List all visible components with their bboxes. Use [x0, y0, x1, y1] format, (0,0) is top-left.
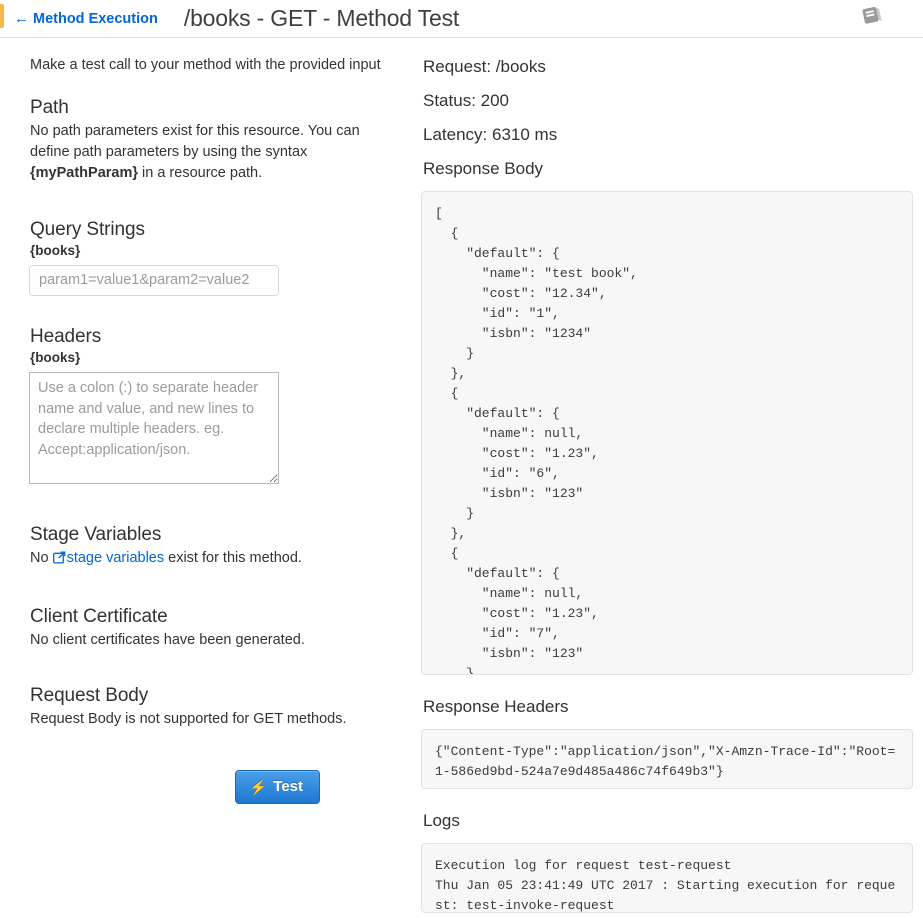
right-panel: Request: /books Status: 200 Latency: 631…: [421, 57, 914, 913]
stage-variables-link[interactable]: stage variables: [52, 549, 165, 566]
response-body-code: [ { "default": { "name": "test book", "c…: [421, 191, 913, 675]
book-icon[interactable]: [859, 2, 885, 28]
path-param-token: {myPathParam}: [30, 164, 138, 181]
path-description: No path parameters exist for this resour…: [30, 121, 370, 184]
request-line: Request: /books: [423, 57, 546, 76]
back-to-method-execution-link[interactable]: ← Method Execution: [14, 11, 158, 27]
query-strings-resource: {books}: [30, 242, 81, 258]
latency-line: Latency: 6310 ms: [423, 125, 558, 144]
query-strings-section: Query Strings {books}: [29, 219, 391, 296]
page-header: ← Method Execution /books - GET - Method…: [0, 0, 923, 38]
stage-variables-text-after: exist for this method.: [164, 549, 302, 566]
headers-textarea[interactable]: [29, 371, 279, 484]
client-certificate-heading: Client Certificate: [30, 605, 168, 627]
headers-heading: Headers: [30, 325, 102, 347]
response-headers-heading: Response Headers: [423, 697, 569, 716]
path-section: Path No path parameters exist for this r…: [29, 97, 391, 184]
query-strings-heading: Query Strings: [30, 218, 145, 240]
query-strings-input[interactable]: [29, 264, 279, 296]
request-body-heading: Request Body: [30, 685, 149, 707]
request-body-text: Request Body is not supported for GET me…: [30, 711, 347, 728]
stage-variables-description: No stage variables exist for this method…: [30, 548, 370, 571]
response-body-heading: Response Body: [423, 159, 544, 178]
stage-variables-link-label: stage variables: [66, 549, 165, 566]
content-area: Make a test call to your method with the…: [0, 38, 923, 913]
client-certificate-text: No client certificates have been generat…: [30, 631, 305, 648]
test-button-label: Test: [273, 778, 303, 796]
status-line: Status: 200: [423, 91, 510, 110]
intro-text: Make a test call to your method with the…: [30, 57, 381, 73]
back-arrow-icon: ←: [14, 10, 29, 27]
path-text-before: No path parameters exist for this resour…: [30, 123, 360, 160]
test-button[interactable]: ⚡ Test: [234, 770, 320, 805]
request-body-section: Request Body Request Body is not support…: [29, 685, 391, 730]
headers-resource: {books}: [30, 349, 81, 365]
response-headers-code: {"Content-Type":"application/json","X-Am…: [421, 729, 913, 789]
logs-heading: Logs: [423, 811, 460, 830]
path-text-after: in a resource path.: [138, 164, 263, 181]
accent-sliver: [0, 4, 4, 28]
stage-variables-text-before: No: [30, 549, 53, 566]
headers-section: Headers {books}: [29, 326, 391, 489]
back-link-label: Method Execution: [33, 10, 158, 27]
lightning-bolt-icon: ⚡: [249, 778, 268, 795]
client-certificate-section: Client Certificate No client certificate…: [29, 606, 391, 651]
stage-variables-section: Stage Variables No stage variables exist…: [29, 524, 391, 571]
left-panel: Make a test call to your method with the…: [29, 57, 391, 805]
logs-code: Execution log for request test-request T…: [421, 843, 913, 913]
page-title: /books - GET - Method Test: [183, 5, 460, 31]
stage-variables-heading: Stage Variables: [30, 523, 162, 545]
test-button-row: ⚡ Test: [29, 770, 391, 805]
external-link-icon: [52, 550, 66, 571]
path-heading: Path: [30, 97, 69, 118]
